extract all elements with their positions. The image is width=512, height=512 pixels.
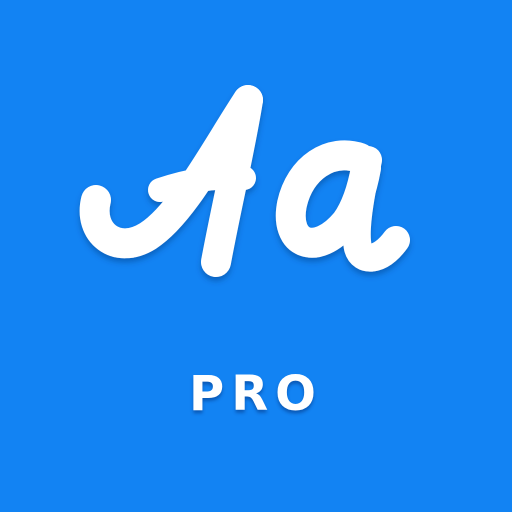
- letter-a-small-stem: [342, 146, 410, 272]
- app-icon: Aa PRO: [0, 0, 512, 512]
- letter-a-crossbar: [148, 165, 256, 202]
- aa-logo-icon: [79, 85, 410, 277]
- pro-badge: PRO: [189, 366, 323, 422]
